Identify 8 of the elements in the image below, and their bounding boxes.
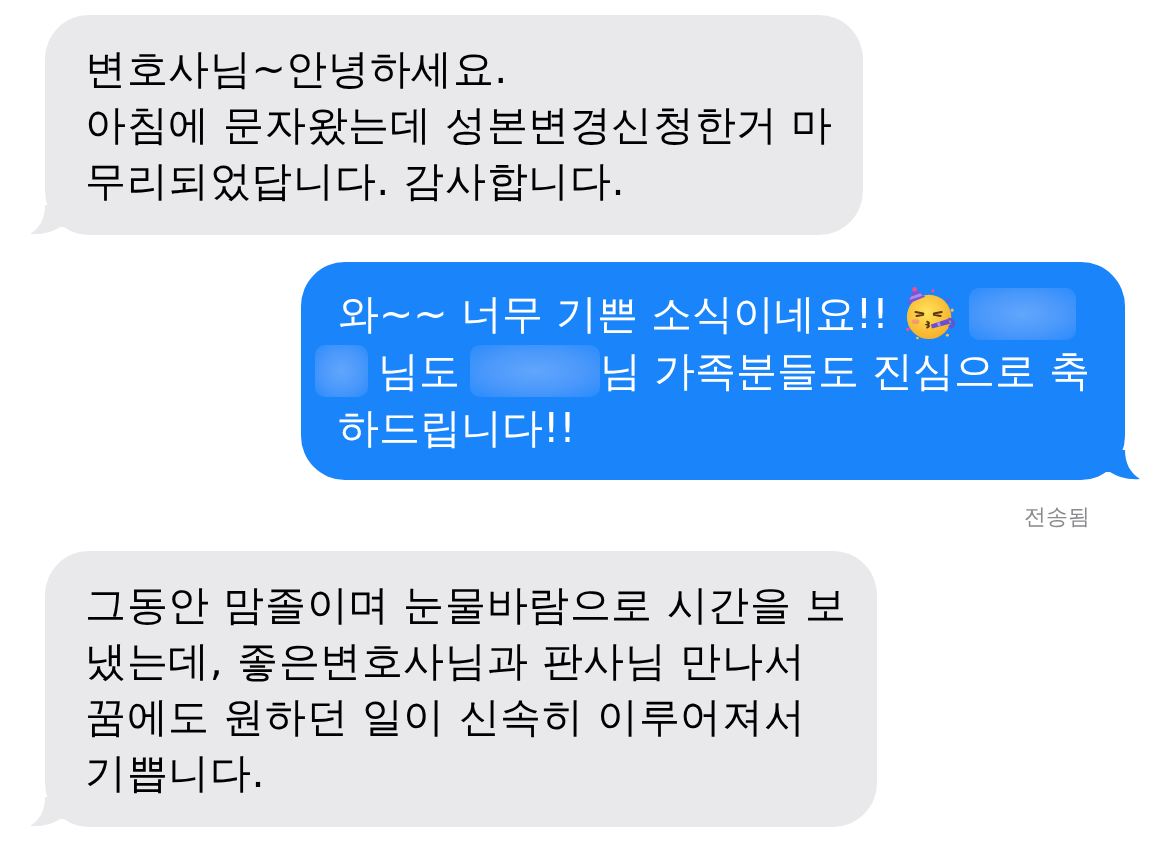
message-text: 님도	[377, 345, 460, 397]
delivery-status: 전송됨	[1024, 504, 1090, 530]
message-text: 와~~ 너무 기쁜 소식이네요!!	[337, 288, 889, 340]
message-text: 하드립니다!!	[337, 402, 576, 454]
message-text: 변호사님~안녕하세요. 아침에 문자왔는데 성본변경신청한거 마 무리되었답니다. 감사합니다.	[85, 44, 834, 207]
message-text: 그동안 맘졸이며 눈물바람으로 시간을 보 냈는데, 좋은변호사님과 판사님 만나서 꿈에도 원하던 일이 신속히 이루어져서 기쁩니다.	[85, 580, 847, 799]
redacted-block	[314, 344, 368, 397]
message-text: 님 가족분들도 진심으로 축	[599, 345, 1090, 397]
